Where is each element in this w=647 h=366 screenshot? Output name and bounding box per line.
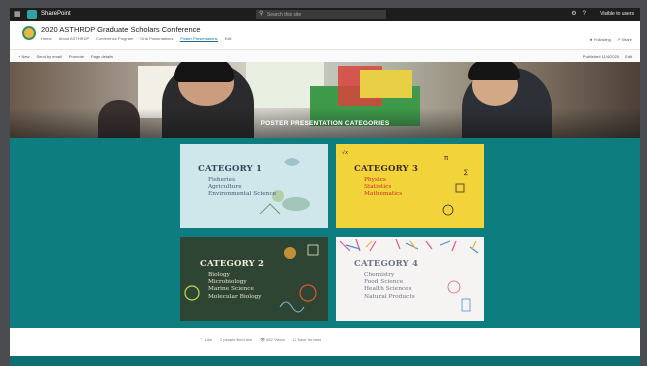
svg-text:√x: √x (342, 150, 348, 156)
category-title: CATEGORY 1 (198, 164, 263, 174)
category-list: Biology Microbiology Marine Science Mole… (208, 272, 262, 301)
category-list: Physics Statistics Mathematics (364, 177, 402, 199)
poster-board (360, 70, 412, 98)
hero-title: POSTER PRESENTATION CATEGORIES (260, 120, 390, 127)
settings-icon[interactable]: ⚙ (571, 11, 582, 17)
app-launcher-icon[interactable]: ▦ (14, 11, 21, 18)
follow-label: Following (593, 37, 611, 42)
nav-item-home[interactable]: Home (41, 36, 52, 42)
like-button[interactable]: ♡ Like (200, 337, 212, 342)
social-actions: ♡ Like 2 people liked this 👁 852 Views ☐… (200, 337, 321, 342)
save-label: Save for later (297, 337, 322, 342)
footer-strip (10, 356, 640, 366)
category-item: Natural Products (364, 293, 415, 300)
views-label: 852 Views (266, 337, 285, 342)
category-title: CATEGORY 3 (354, 164, 419, 174)
save-for-later-button[interactable]: ☐ Save for later (293, 337, 322, 342)
nav-item-program[interactable]: Conference Program (96, 36, 133, 42)
category-item: Physics (364, 177, 386, 183)
svg-text:∑: ∑ (464, 169, 468, 176)
send-email-button[interactable]: Send by email (36, 54, 61, 59)
share-button[interactable]: ↗ Share (617, 37, 632, 42)
site-logo[interactable] (22, 26, 36, 40)
share-label: Share (621, 37, 632, 42)
sharepoint-logo-icon[interactable] (27, 10, 37, 19)
category-title: CATEGORY 2 (200, 259, 265, 269)
category-item: Microbiology (208, 279, 247, 286)
edit-page-button[interactable]: Edit (625, 54, 632, 59)
help-icon[interactable]: ? (583, 11, 592, 17)
category-item: Health Sciences (364, 286, 412, 293)
nav-item-edit[interactable]: Edit (225, 36, 232, 42)
nav-item-about[interactable]: About ASTHRDP (59, 36, 89, 42)
category-list: Chemistry Food Science Health Sciences N… (364, 272, 415, 301)
browser-screen: ▦ SharePoint ⚲ ⚙? Visible to users 2020 … (10, 8, 640, 366)
svg-text:π: π (444, 154, 449, 162)
command-bar-left: + New Send by email Promote Page details (18, 54, 113, 59)
nav-item-oral[interactable]: Oral Presentations (140, 36, 173, 42)
user-name[interactable]: Visible to users (600, 10, 634, 19)
category-item: Molecular Biology (208, 293, 262, 300)
suite-bar: ▦ SharePoint ⚲ ⚙? Visible to users (10, 8, 640, 21)
nav-item-poster[interactable]: Poster Presentations (180, 36, 218, 42)
site-navigation: Home About ASTHRDP Conference Program Or… (41, 36, 231, 42)
social-bar: ♡ Like 2 people liked this 👁 852 Views ☐… (10, 328, 640, 356)
category-item: Biology (208, 272, 230, 278)
category-item: Chemistry (364, 272, 395, 278)
category-card-3[interactable]: π ∑ √x CATEGORY 3 Physics Statistics Mat… (336, 144, 484, 228)
likes-count: 2 people liked this (220, 337, 253, 342)
math-doodles-illustration: π ∑ √x (342, 150, 468, 216)
like-label: Like (204, 337, 213, 342)
app-name[interactable]: SharePoint (41, 10, 71, 19)
category-item: Marine Science (208, 286, 254, 293)
category-card-2[interactable]: CATEGORY 2 Biology Microbiology Marine S… (180, 237, 328, 321)
search-box[interactable]: ⚲ (256, 10, 386, 19)
category-item: Agriculture (208, 184, 242, 191)
category-card-4[interactable]: CATEGORY 4 Chemistry Food Science Health… (336, 237, 484, 321)
site-header: 2020 ASTHRDP Graduate Scholars Conferenc… (10, 21, 640, 49)
hero-banner: POSTER PRESENTATION CATEGORIES (10, 62, 640, 138)
category-card-1[interactable]: CATEGORY 1 Fisheries Agriculture Environ… (180, 144, 328, 228)
command-bar: + New Send by email Promote Page details… (10, 49, 640, 62)
search-input[interactable] (267, 10, 377, 19)
page-details-button[interactable]: Page details (91, 54, 113, 59)
promote-button[interactable]: Promote (69, 54, 84, 59)
category-item: Fisheries (208, 177, 236, 183)
follow-button[interactable]: ★ Following (589, 37, 611, 42)
categories-panel: CATEGORY 1 Fisheries Agriculture Environ… (10, 138, 640, 328)
site-actions: ★ Following ↗ Share (589, 37, 632, 42)
published-status: Published 11/4/2020 (582, 54, 620, 59)
category-item: Mathematics (364, 191, 403, 198)
new-button[interactable]: + New (18, 54, 29, 59)
category-item: Statistics (364, 184, 392, 191)
search-icon: ⚲ (259, 11, 264, 17)
views-count: 👁 852 Views (260, 337, 285, 342)
category-list: Fisheries Agriculture Environmental Scie… (208, 177, 276, 199)
command-bar-right: Published 11/4/2020 Edit (583, 54, 632, 59)
attendee-hair (174, 62, 234, 82)
attendee-hair (468, 62, 520, 80)
category-item: Food Science (364, 279, 404, 286)
suite-icons: ⚙? (571, 10, 592, 19)
site-title[interactable]: 2020 ASTHRDP Graduate Scholars Conferenc… (41, 25, 201, 34)
category-title: CATEGORY 4 (354, 259, 419, 269)
category-item: Environmental Science (208, 191, 277, 198)
